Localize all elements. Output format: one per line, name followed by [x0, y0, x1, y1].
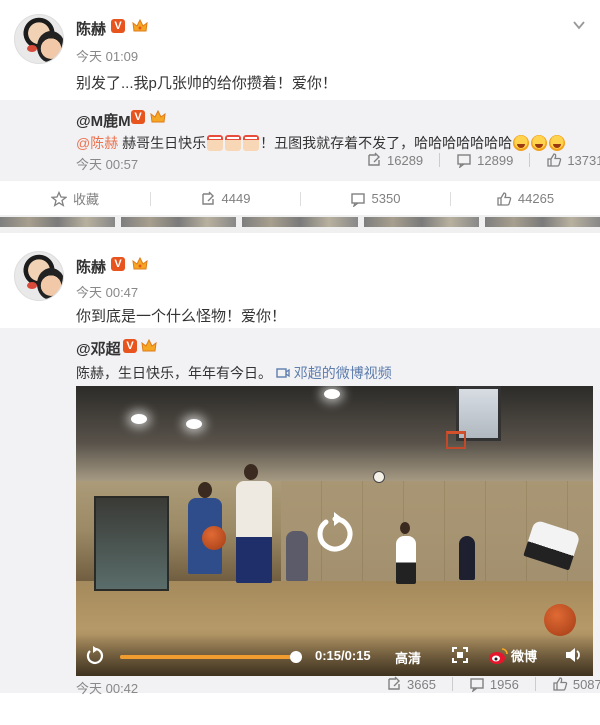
cake-emoji-icon	[207, 135, 224, 151]
post-username[interactable]: 陈赫	[76, 256, 106, 277]
retweet-box[interactable]: @M鹿M V @陈赫 赫哥生日快乐 ！丑图我就存着不发了，哈哈哈哈哈哈哈 今天 0…	[0, 100, 600, 180]
retweet-stats: 3665 1956 50873	[386, 676, 600, 692]
replay-icon[interactable]	[312, 511, 358, 557]
post-action-bar: 收藏 4449 5350 44265	[0, 180, 600, 216]
comment-icon[interactable]	[469, 676, 485, 692]
retweet-username[interactable]: @邓超	[76, 338, 121, 359]
post-text: 你到底是一个什么怪物！爱你！	[76, 308, 287, 325]
repost-count[interactable]: 3665	[407, 677, 436, 692]
like-button[interactable]: 44265	[450, 181, 600, 216]
like-count[interactable]: 137316	[567, 153, 600, 168]
video-controls: 0:15/0:15 高清 微博	[76, 634, 593, 676]
like-icon[interactable]	[552, 676, 568, 692]
comment-button[interactable]: 5350	[300, 181, 450, 216]
laugh-emoji-icon	[549, 135, 566, 151]
volume-icon[interactable]	[564, 646, 582, 664]
retweet-text-part: 赫哥生日快乐	[118, 135, 207, 151]
replay-small-icon[interactable]	[84, 646, 104, 666]
verified-badge-icon: V	[131, 110, 145, 124]
crown-icon	[132, 18, 148, 32]
comment-count: 5350	[371, 191, 401, 206]
like-icon[interactable]	[546, 152, 562, 168]
chevron-down-icon[interactable]	[572, 18, 586, 32]
mention-link[interactable]: @陈赫	[76, 135, 118, 151]
star-icon	[50, 190, 67, 207]
fullscreen-icon[interactable]	[452, 647, 468, 663]
post-time: 今天 00:47	[76, 285, 139, 300]
crown-icon	[150, 109, 166, 123]
crown-icon	[132, 256, 148, 270]
laugh-emoji-icon	[513, 135, 530, 151]
post-username[interactable]: 陈赫	[76, 18, 106, 39]
weibo-logo-icon	[489, 647, 508, 664]
video-link-label: 邓超的微博视频	[293, 365, 392, 381]
repost-icon[interactable]	[386, 676, 402, 692]
weibo-post-2: 陈赫 V 今天 00:47 你到底是一个什么怪物！爱你！ @邓超 V 陈赫，生日…	[0, 233, 600, 725]
video-link-icon	[276, 368, 290, 378]
weibo-brand-label: 微博	[511, 649, 538, 664]
retweet-time: 今天 00:57	[76, 157, 139, 172]
feed-divider	[0, 215, 600, 233]
like-icon	[497, 191, 512, 206]
verified-badge-icon: V	[123, 339, 137, 353]
collect-button[interactable]: 收藏	[0, 181, 150, 216]
verified-badge-icon: V	[111, 19, 125, 33]
retweet-stats: 16289 12899 137316	[366, 152, 600, 168]
repost-icon	[201, 191, 214, 205]
comment-count[interactable]: 12899	[477, 153, 513, 168]
retweet-text-part: ！丑图我就存着不发了，哈哈哈哈哈哈哈	[260, 135, 513, 151]
like-count: 44265	[517, 191, 555, 206]
user-avatar[interactable]	[14, 14, 64, 64]
retweet-text: @陈赫 赫哥生日快乐 ！丑图我就存着不发了，哈哈哈哈哈哈哈	[76, 133, 566, 153]
retweet-time: 今天 00:42	[76, 681, 139, 696]
laugh-emoji-icon	[531, 135, 548, 151]
retweet-box[interactable]: @邓超 V 陈赫，生日快乐，年年有今日。 邓超的微博视频 0:15/0:15 高…	[0, 328, 600, 696]
post-time: 今天 01:09	[76, 49, 139, 64]
weibo-post-1: 陈赫 V 今天 01:09 别发了...我p几张帅的给你攒着！爱你！ @M鹿M …	[0, 0, 600, 215]
comment-icon[interactable]	[456, 152, 472, 168]
repost-icon[interactable]	[366, 152, 382, 168]
repost-count[interactable]: 16289	[387, 153, 423, 168]
comment-count[interactable]: 1956	[490, 677, 519, 692]
comment-icon	[350, 192, 365, 207]
progress-bar[interactable]	[120, 651, 302, 663]
retweet-text-part: 陈赫，生日快乐，年年有今日。	[76, 365, 272, 381]
repost-button[interactable]: 4449	[150, 181, 300, 216]
like-count[interactable]: 50873	[573, 677, 600, 692]
user-avatar[interactable]	[14, 251, 64, 301]
verified-badge-icon: V	[111, 257, 125, 271]
video-timecode: 0:15/0:15	[315, 648, 371, 663]
video-player[interactable]: 0:15/0:15 高清 微博	[76, 386, 593, 676]
quality-toggle[interactable]: 高清	[395, 648, 421, 667]
weibo-brand[interactable]: 微博	[488, 646, 537, 665]
video-link[interactable]: 邓超的微博视频	[276, 365, 392, 381]
progress-knob[interactable]	[290, 651, 302, 663]
repost-count: 4449	[221, 191, 251, 206]
retweet-text: 陈赫，生日快乐，年年有今日。 邓超的微博视频	[76, 363, 392, 383]
post-text: 别发了...我p几张帅的给你攒着！爱你！	[76, 75, 337, 92]
cake-emoji-icon	[243, 135, 260, 151]
retweet-username[interactable]: @M鹿M	[76, 110, 131, 131]
cake-emoji-icon	[225, 135, 242, 151]
crown-icon	[141, 338, 157, 352]
collect-label: 收藏	[72, 192, 99, 207]
